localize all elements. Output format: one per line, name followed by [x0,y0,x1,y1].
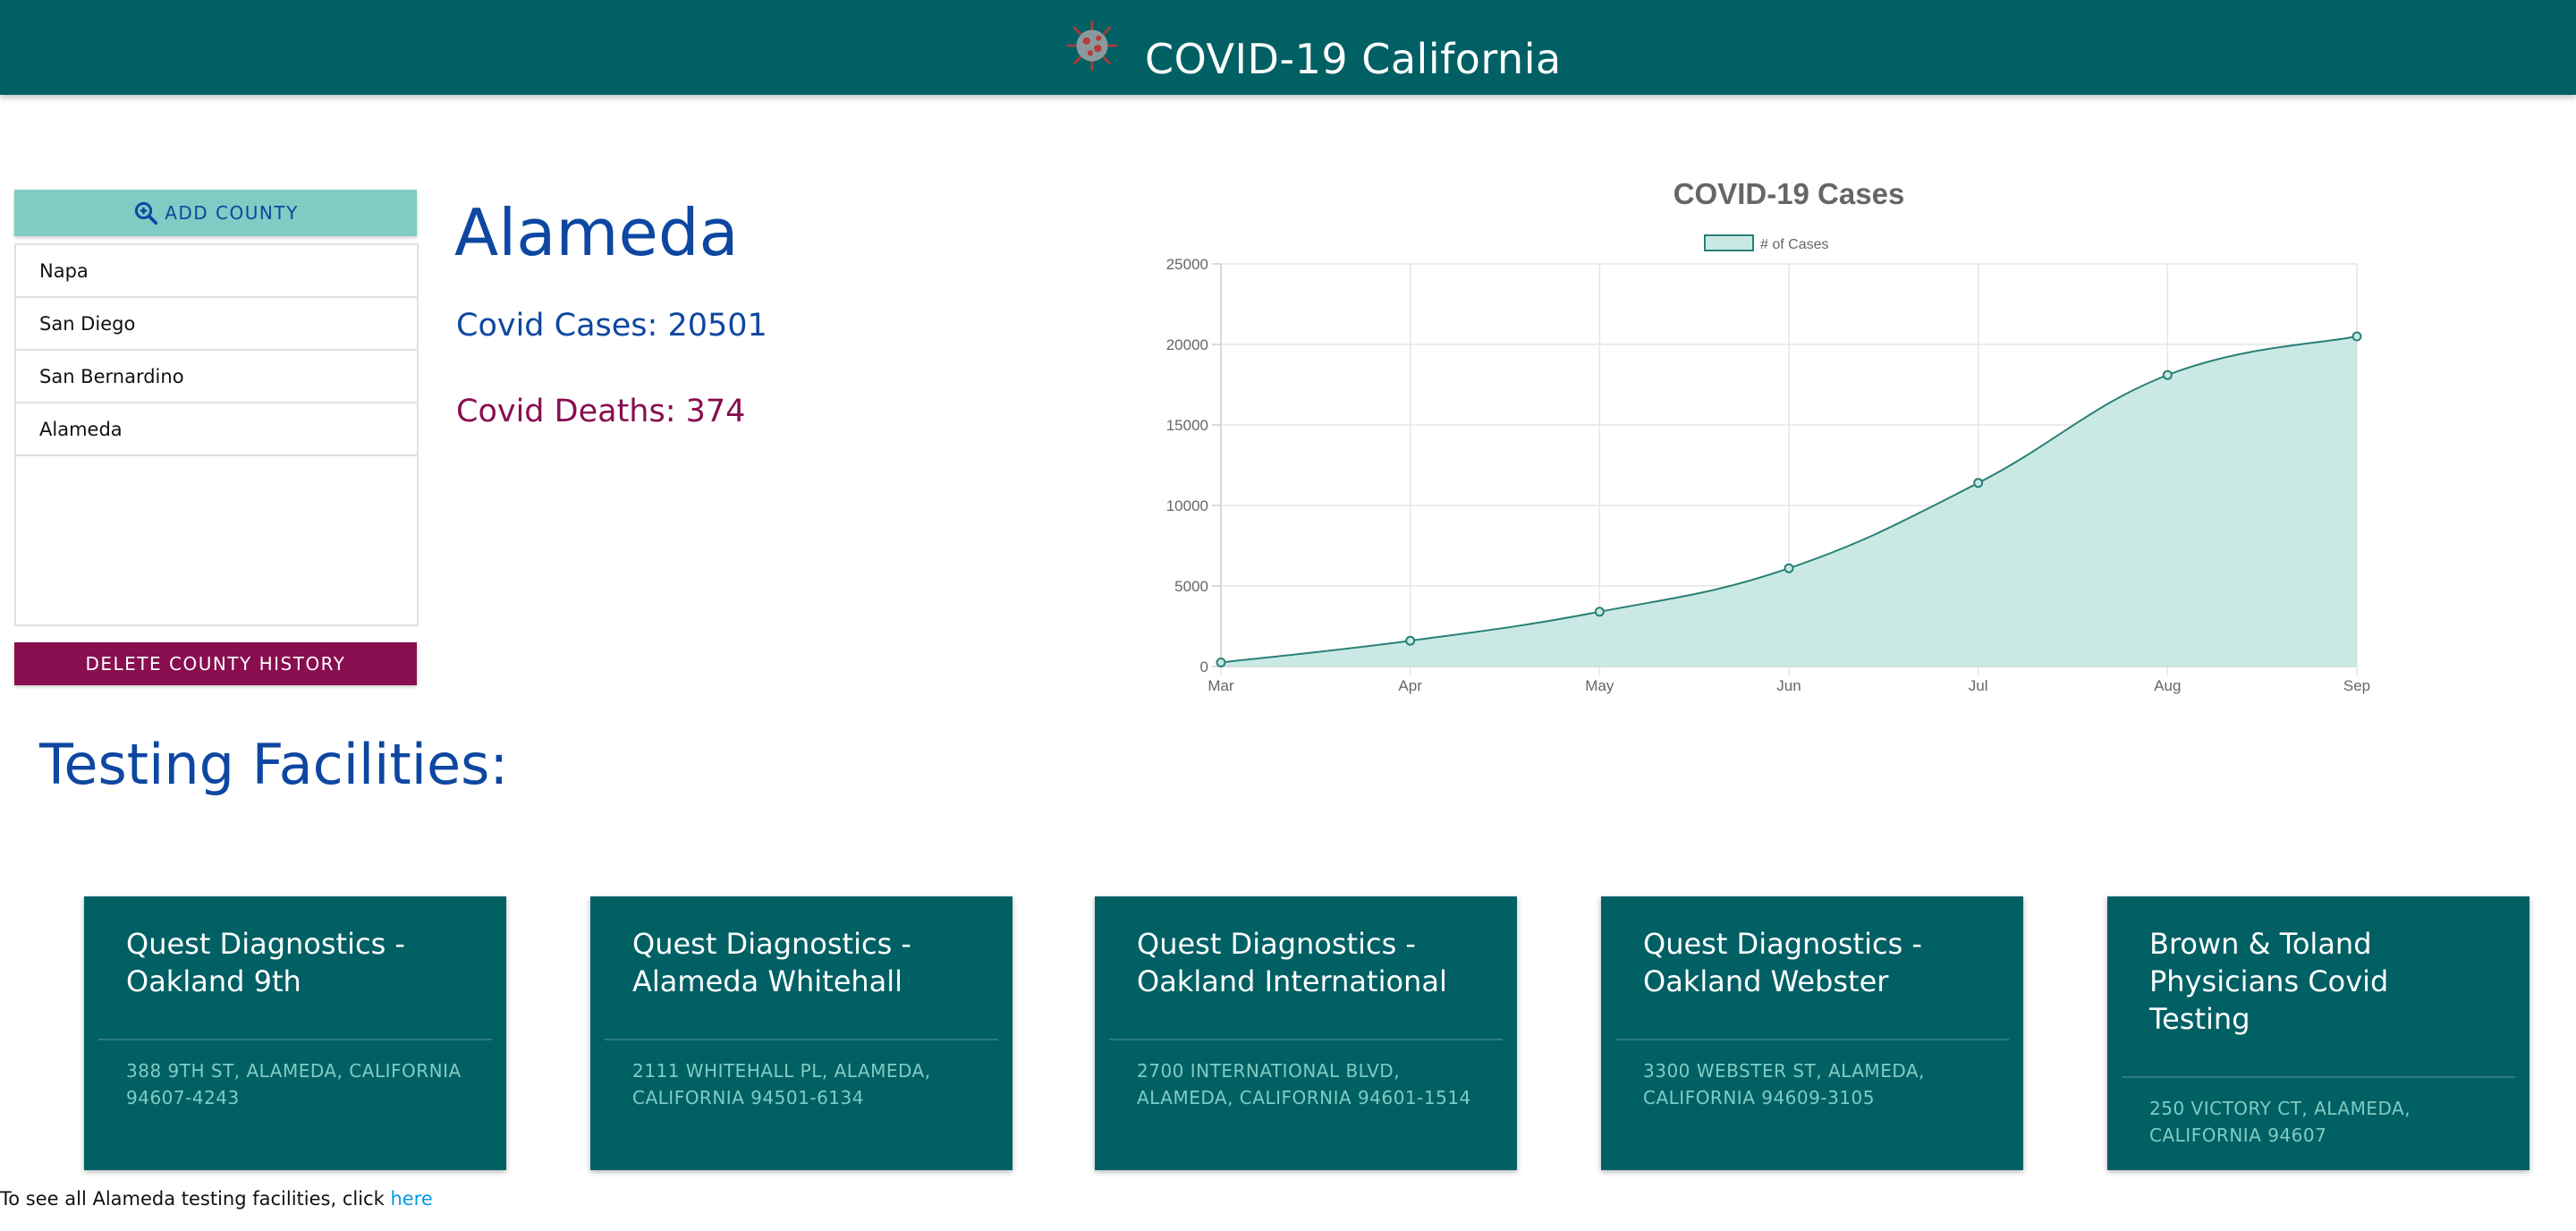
add-county-label: ADD COUNTY [165,202,299,224]
y-tick-label: 20000 [1166,336,1208,353]
footer-note: To see all Alameda testing facilities, c… [0,1188,433,1210]
add-county-button[interactable]: ADD COUNTY [14,190,417,236]
legend-label: # of Cases [1760,237,1828,252]
card-divider [605,1039,998,1040]
testing-facilities-heading: Testing Facilities: [39,732,509,797]
x-tick-label: Sep [2343,677,2370,694]
facility-card: Quest Diagnostics - Alameda Whitehall 21… [590,896,1013,1170]
card-divider [1109,1039,1503,1040]
facility-address: 2111 WHITEHALL PL, ALAMEDA, CALIFORNIA 9… [632,1060,931,1108]
card-divider [98,1039,492,1040]
y-tick-label: 5000 [1174,578,1208,595]
data-point [2162,369,2173,380]
facility-address: 388 9TH ST, ALAMEDA, CALIFORNIA 94607-42… [126,1060,462,1108]
footer-text: To see all Alameda testing facilities, c… [0,1188,391,1210]
x-tick-label: Jun [1776,677,1801,694]
facility-address: 250 VICTORY CT, ALAMEDA, CALIFORNIA 9460… [2149,1098,2411,1146]
facility-card: Quest Diagnostics - Oakland Webster 3300… [1601,896,2023,1170]
virus-icon [1066,20,1118,72]
delete-county-history-button[interactable]: DELETE COUNTY HISTORY [14,642,417,685]
card-divider [2122,1076,2515,1078]
data-point [1405,635,1416,646]
x-tick-label: Jul [1969,677,1988,694]
covid-cases-text: Covid Cases: 20501 [456,308,767,344]
facility-card: Quest Diagnostics - Oakland Internationa… [1095,896,1517,1170]
county-history-list: Napa San Diego San Bernardino Alameda [14,243,419,626]
facility-card: Brown & Toland Physicians Covid Testing … [2107,896,2529,1170]
facility-address: 3300 WEBSTER ST, ALAMEDA, CALIFORNIA 946… [1643,1060,1925,1108]
county-title: Alameda [454,195,739,270]
county-item-san-bernardino[interactable]: San Bernardino [16,351,417,403]
data-point [1594,607,1605,617]
county-item-alameda[interactable]: Alameda [16,403,417,456]
data-point [1216,658,1226,667]
covid-deaths-text: Covid Deaths: 374 [456,394,746,429]
data-point [1784,563,1794,573]
county-item-napa[interactable]: Napa [16,245,417,298]
facility-name: Quest Diagnostics - Oakland Webster [1643,927,1922,998]
facility-address: 2700 INTERNATIONAL BLVD, ALAMEDA, CALIFO… [1137,1060,1471,1108]
y-tick-label: 0 [1200,658,1208,675]
x-tick-label: Apr [1398,677,1422,694]
facility-card: Quest Diagnostics - Oakland 9th 388 9TH … [84,896,506,1170]
facility-name: Quest Diagnostics - Oakland Internationa… [1137,927,1447,998]
y-tick-label: 10000 [1166,497,1208,514]
zoom-in-icon [135,201,158,225]
x-tick-label: Aug [2154,677,2181,694]
facility-name: Brown & Toland Physicians Covid Testing [2149,927,2389,1036]
y-tick-label: 15000 [1166,417,1208,434]
data-point [2351,331,2362,342]
facility-name: Quest Diagnostics - Oakland 9th [126,927,405,998]
all-facilities-link[interactable]: here [390,1188,432,1210]
app-title: COVID-19 California [1145,35,1562,83]
facility-name: Quest Diagnostics - Alameda Whitehall [632,927,911,998]
x-tick-label: Mar [1208,677,1234,694]
card-divider [1615,1039,2009,1040]
legend-swatch [1704,234,1754,251]
chart-title: COVID-19 Cases [1674,177,1905,210]
y-tick-label: 25000 [1166,256,1208,273]
county-item-san-diego[interactable]: San Diego [16,298,417,351]
data-point [1973,478,1984,488]
app-header: COVID-19 California [0,0,2576,95]
cases-chart: COVID-19 Cases # of Cases 0 5000 10000 15000 2… [1166,177,2370,694]
x-tick-label: May [1585,677,1614,694]
